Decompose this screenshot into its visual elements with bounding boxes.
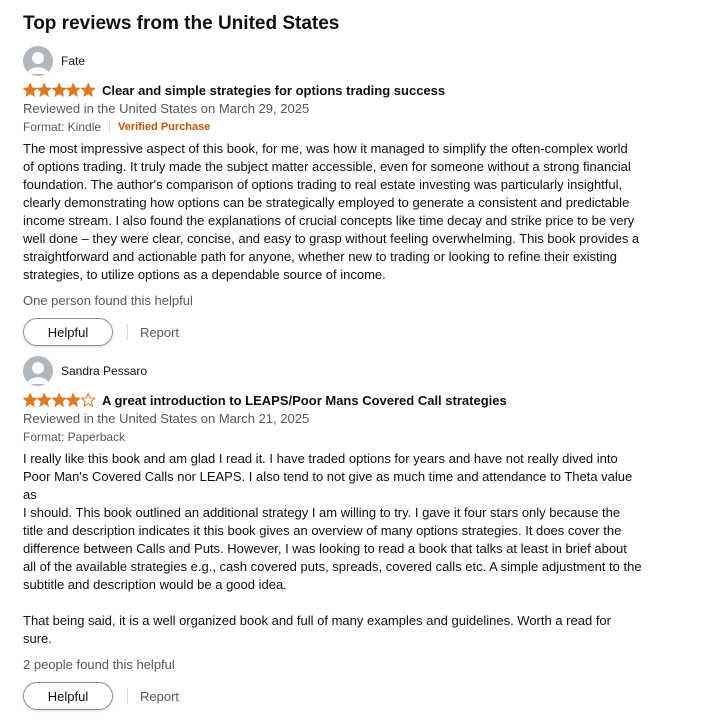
divider (127, 324, 128, 340)
star-rating[interactable] (22, 392, 96, 408)
review-item: Sandra Pessaro A great introduction to L… (22, 356, 680, 710)
review-body: I really like this book and am glad I re… (23, 451, 642, 646)
star-filled-icon (51, 392, 67, 408)
review-date: Reviewed in the United States on March 2… (23, 101, 310, 116)
review-date: Reviewed in the United States on March 2… (23, 411, 310, 426)
review-body: The most impressive aspect of this book,… (23, 141, 640, 282)
reviews-page: Top reviews from the United States Fate … (0, 0, 703, 710)
reviewer-name: Fate (61, 54, 86, 68)
section-title: Top reviews from the United States (23, 13, 340, 34)
star-filled-icon (36, 392, 53, 408)
reviewer-profile[interactable]: Fate (23, 46, 680, 76)
helpful-count: One person found this helpful (23, 293, 193, 308)
star-rating[interactable] (22, 82, 96, 98)
divider (109, 121, 111, 133)
review-format[interactable]: Format: Paperback (23, 428, 125, 446)
star-filled-icon (22, 392, 39, 408)
star-empty-icon (79, 392, 96, 408)
review-item: Fate Clear and simple strategies for opt… (22, 46, 680, 346)
avatar-icon (23, 46, 53, 76)
helpful-button[interactable]: Helpful (23, 318, 113, 346)
reviewer-name: Sandra Pessaro (61, 364, 148, 378)
report-link[interactable]: Report (140, 689, 179, 704)
star-filled-icon (51, 82, 67, 98)
review-title[interactable]: A great introduction to LEAPS/Poor Mans … (102, 393, 507, 408)
star-filled-icon (36, 82, 53, 98)
star-filled-icon (65, 82, 82, 98)
review-format[interactable]: Format: Kindle (23, 118, 101, 136)
star-filled-icon (22, 82, 39, 98)
report-link[interactable]: Report (140, 325, 179, 340)
divider (127, 688, 128, 704)
star-filled-icon (65, 392, 82, 408)
reviewer-profile[interactable]: Sandra Pessaro (23, 356, 680, 386)
verified-purchase-badge[interactable]: Verified Purchase (118, 118, 210, 136)
star-filled-icon (79, 82, 96, 98)
avatar-icon (23, 356, 53, 386)
helpful-count: 2 people found this helpful (23, 657, 175, 672)
helpful-button[interactable]: Helpful (23, 682, 113, 710)
review-title[interactable]: Clear and simple strategies for options … (102, 83, 445, 98)
